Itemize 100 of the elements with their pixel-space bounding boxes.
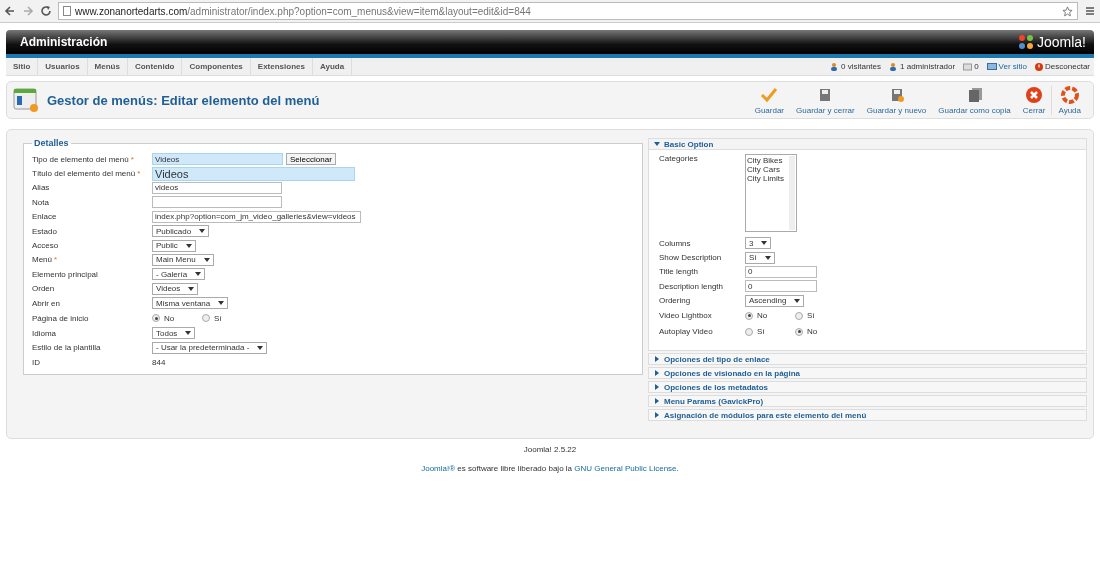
text-field[interactable]: Videos xyxy=(152,153,283,166)
caret-down-icon xyxy=(794,297,801,304)
field-label: Enlace xyxy=(32,212,58,222)
field-label: ID xyxy=(32,357,41,367)
status-text[interactable]: Desconectar xyxy=(1045,62,1090,71)
section-header[interactable]: Asignación de módulos para este elemento del menú xyxy=(648,409,1087,421)
power-icon xyxy=(1035,62,1044,71)
field-label: Description length xyxy=(659,281,725,291)
radio-label: No xyxy=(164,313,175,323)
text-field[interactable]: 0 xyxy=(745,280,817,293)
text-field[interactable]: videos xyxy=(152,181,282,194)
dropdown[interactable]: Videos xyxy=(152,282,199,295)
field-label: Tipo de elemento del menú * xyxy=(32,154,135,164)
field-label: Categories xyxy=(659,154,699,163)
menu-item[interactable]: Contenido xyxy=(127,58,183,75)
menu-item[interactable]: Ayuda xyxy=(312,58,353,75)
list-option[interactable]: City Limits xyxy=(747,174,788,183)
list-option[interactable]: City Cars xyxy=(747,165,788,174)
field-label: Nota xyxy=(32,197,50,207)
caret-down-icon xyxy=(218,300,225,307)
field-label: Elemento principal xyxy=(32,269,99,279)
menu-item[interactable]: Usuarios xyxy=(38,58,88,75)
menu-item[interactable]: Sitio xyxy=(6,58,39,75)
users-icon xyxy=(830,62,839,71)
toolbar-button[interactable]: Guardar y nuevo xyxy=(860,85,933,115)
radio-label: Sí xyxy=(807,311,815,321)
menu-item[interactable]: Menús xyxy=(87,58,128,75)
text-field[interactable]: index.php?option=com_jm_video_galleries&view=videos xyxy=(152,210,361,223)
dropdown[interactable]: Sí xyxy=(745,251,775,264)
forward-icon[interactable] xyxy=(22,5,34,17)
field-label: Show Description xyxy=(659,253,723,263)
license-text: Joomla!® es software libre liberado bajo la GNU General Public License. xyxy=(421,464,679,473)
field-label: Página de inicio xyxy=(32,313,90,323)
toolbar-button[interactable]: Guardar xyxy=(748,85,790,115)
menu-manager-icon xyxy=(13,87,39,113)
field-label: Video Lightbox xyxy=(659,311,713,321)
field-label: Idioma xyxy=(32,329,57,338)
dropdown[interactable]: Main Menu xyxy=(152,253,214,266)
version-text: Joomla! 2.5.22 xyxy=(523,445,577,454)
toolbar-button[interactable]: Cerrar xyxy=(1016,85,1052,115)
reload-icon[interactable] xyxy=(40,5,52,17)
monitor-icon xyxy=(986,63,997,70)
back-icon[interactable] xyxy=(4,5,16,17)
radio-label: No xyxy=(807,327,818,337)
menu-item[interactable]: Extensiones xyxy=(250,58,313,75)
toolbar-button[interactable]: Guardar como copia xyxy=(932,85,1017,115)
field-label: Alias xyxy=(32,183,51,193)
section-header[interactable]: Opciones de los metadatos xyxy=(648,381,1087,393)
panel-header[interactable]: Basic Option xyxy=(649,139,1086,150)
radio-label: Sí xyxy=(214,313,222,323)
text-field[interactable] xyxy=(152,196,282,209)
logo-text: Joomla! xyxy=(1036,34,1086,50)
page-title: Gestor de menús: Editar elemento del menú xyxy=(47,92,321,108)
field-label: Título del elemento del menú * xyxy=(32,169,142,179)
status-text[interactable]: Ver sitio xyxy=(998,62,1028,71)
dropdown[interactable]: - Galería xyxy=(152,268,206,281)
radio-button[interactable] xyxy=(202,314,210,323)
dropdown[interactable]: 3 xyxy=(745,237,772,250)
dropdown[interactable]: - Usar la predeterminada - xyxy=(152,341,268,354)
menu-item[interactable]: Componentes xyxy=(182,58,251,75)
text-field[interactable]: Videos xyxy=(152,166,355,181)
caret-down-icon xyxy=(203,256,210,263)
users-icon xyxy=(889,62,898,71)
radio-button[interactable] xyxy=(745,311,753,320)
radio-button[interactable] xyxy=(795,327,803,336)
list-box[interactable]: City Bikes City Cars City Limits xyxy=(745,154,797,232)
dropdown[interactable]: Ascending xyxy=(745,294,805,307)
radio-label: No xyxy=(757,311,768,321)
status-text: 1 administrador xyxy=(900,62,956,71)
license-link[interactable]: GNU General Public License xyxy=(574,464,677,473)
field-label: Menú * xyxy=(32,255,59,265)
message-icon xyxy=(963,62,973,71)
logo-icon xyxy=(1017,34,1034,50)
section-header[interactable]: Opciones del tipo de enlace xyxy=(648,353,1087,365)
status-text: 0 visitantes xyxy=(841,62,881,71)
toolbar-button[interactable]: Ayuda xyxy=(1051,85,1087,115)
dropdown[interactable]: Public xyxy=(152,239,196,252)
star-icon[interactable] xyxy=(1062,5,1073,17)
menu-icon[interactable] xyxy=(1084,5,1096,17)
field-label: Estilo de la plantilla xyxy=(32,343,102,353)
field-label: Orden xyxy=(32,284,56,294)
section-header[interactable]: Menu Params (GavickPro) xyxy=(648,395,1087,407)
section-header[interactable]: Opciones de visionado en la página xyxy=(648,367,1087,379)
joomla-link[interactable]: Joomla!® xyxy=(421,464,456,473)
text-field[interactable]: 0 xyxy=(745,265,817,278)
list-option[interactable]: City Bikes xyxy=(747,156,788,165)
address-bar[interactable]: www.zonanortedarts.com/administrator/index.php?option=com_menus&view=item&layout=edit&id=844 xyxy=(58,2,1078,20)
status-text: 0 xyxy=(974,62,979,71)
field-label: Abrir en xyxy=(32,298,61,308)
radio-button[interactable] xyxy=(152,314,160,323)
page-icon xyxy=(63,6,71,16)
field-label: Autoplay Video xyxy=(659,327,714,337)
select-button[interactable]: Seleccionar xyxy=(286,153,336,166)
header-title: Administración xyxy=(20,35,108,49)
dropdown[interactable]: Todos xyxy=(152,327,196,340)
dropdown[interactable]: Publicado xyxy=(152,225,210,238)
radio-button[interactable] xyxy=(745,327,753,336)
toolbar-button[interactable]: Guardar y cerrar xyxy=(790,85,861,115)
radio-button[interactable] xyxy=(795,311,803,320)
dropdown[interactable]: Misma ventana xyxy=(152,297,229,310)
